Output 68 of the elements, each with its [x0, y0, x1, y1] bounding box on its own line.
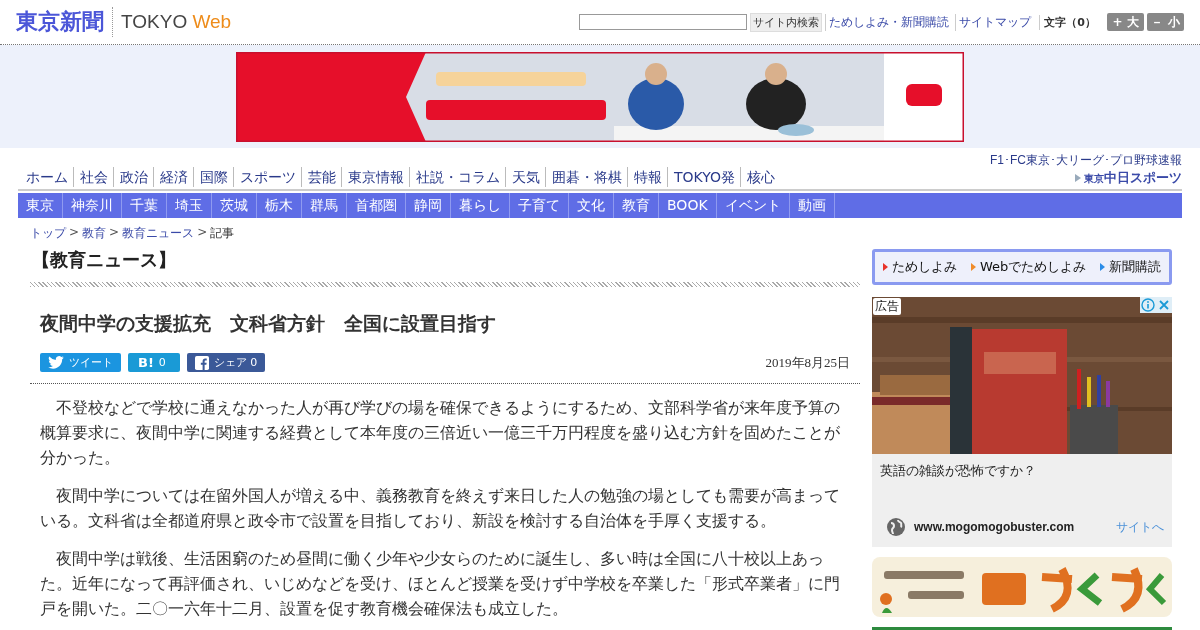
nav-link[interactable]: TOKYO発: [667, 167, 741, 187]
ad-card[interactable]: 広告 英語の雑談が恐怖ですか？ www.mogomogobuster.com サイトへ: [872, 297, 1172, 547]
article-paragraph: 不登校などで学校に通えなかった人が再び学びの場を確保できるようにするため、文部科学省が来年度予算の概算要求に、夜間中学に関連する経費として本年度の三倍近い一億三千万円程度を盛り込む方針を固めたことが分かった。: [39, 398, 841, 469]
category-tab[interactable]: 教育: [614, 193, 659, 218]
subscription-link[interactable]: Webでためしよみ: [971, 258, 1087, 276]
nav-link[interactable]: 囲碁・将棋: [545, 167, 627, 187]
subscription-link[interactable]: 新聞購読: [1100, 258, 1162, 276]
section-title: 【教育ニュース】: [32, 248, 177, 272]
category-tab[interactable]: 群馬: [302, 193, 347, 218]
breadcrumb-separator: >: [197, 225, 208, 241]
header-link[interactable]: サイトマップ: [955, 13, 1035, 31]
nav-link[interactable]: 東京情報: [341, 167, 409, 187]
category-tab[interactable]: 茨城: [212, 193, 257, 218]
font-size-button[interactable]: + 大: [1107, 13, 1144, 31]
breadcrumb-separator: >: [69, 225, 80, 241]
bird-icon: [48, 356, 64, 369]
breadcrumb-link[interactable]: 教育ニュース: [122, 225, 195, 242]
category-tab[interactable]: 東京: [18, 193, 63, 218]
sports-paper-link[interactable]: 東京中日スポーツ: [1075, 169, 1182, 187]
font-size-label: 文字（0）: [1039, 14, 1096, 30]
site-name: TOKYO Web: [121, 11, 232, 33]
category-tab[interactable]: BOOK: [659, 193, 717, 218]
category-tab[interactable]: 千葉: [122, 193, 167, 218]
category-tab[interactable]: イベント: [716, 193, 790, 218]
category-tab[interactable]: 動画: [789, 193, 835, 218]
nav-link[interactable]: 経済: [153, 167, 193, 187]
category-tab[interactable]: 静岡: [406, 193, 451, 218]
category-tab[interactable]: 栃木: [257, 193, 302, 218]
search-field[interactable]: [579, 14, 748, 30]
ad-headline[interactable]: 英語の雑談が恐怖ですか？: [880, 462, 1164, 480]
nav-link[interactable]: 天気: [505, 167, 545, 187]
nav-link[interactable]: 特報: [627, 167, 667, 187]
nav-link[interactable]: スポーツ: [233, 167, 301, 187]
nav-link[interactable]: 芸能: [301, 167, 341, 187]
triangle-icon: [1075, 174, 1081, 182]
current-page-label: 記事: [210, 225, 235, 242]
nav-link[interactable]: 政治: [113, 167, 153, 187]
breadcrumb-separator: >: [109, 225, 120, 241]
article-date: 2019年8月25日: [765, 353, 851, 372]
article-title: 夜間中学の支援拡充 文科省方針 全国に設置目指す: [40, 311, 497, 336]
nav-link[interactable]: 核心: [740, 167, 781, 187]
nav-link[interactable]: 社会: [73, 167, 113, 187]
article-paragraph: 夜間中学は戦後、生活困窮のため昼間に働く少年や少女らのために誕生し、多い時は全国に八十校以上あった。近年になって再評価され、いじめなどを受け、ほとんど授業を受けず中学校を卒業した「形式卒業者」に門戸を開いた。二〇一六年十二月、設置を促す教育機会確保法も成立した。: [39, 549, 841, 620]
nav-link[interactable]: 社説・コラム: [409, 167, 505, 187]
ad-label: 広告: [873, 298, 901, 315]
article-paragraph: 夜間中学については在留外国人が増える中、義務教育を終えず来日した人の勉強の場としても需要が高まっている。文科省は全都道府県と政令市で設置を目指しており、新設を検討する自治体を手厚く支援する。: [39, 486, 841, 532]
category-tab[interactable]: 子育て: [510, 193, 569, 218]
nav-link[interactable]: ホーム: [18, 167, 73, 187]
category-tab[interactable]: 暮らし: [451, 193, 510, 218]
category-tab[interactable]: 首都圏: [347, 193, 406, 218]
category-tab[interactable]: 埼玉: [167, 193, 212, 218]
category-tab[interactable]: 文化: [569, 193, 614, 218]
header-link[interactable]: ためしよみ・新聞購読: [825, 13, 953, 31]
promo-caption[interactable]: F1･FC東京･大リーグ･プロ野球速報: [990, 152, 1182, 169]
close-icon[interactable]: [1157, 298, 1171, 312]
facebook-icon: [194, 355, 209, 370]
info-icon[interactable]: [1141, 298, 1155, 312]
site-search-button[interactable]: サイト内検索: [750, 12, 823, 32]
category-tab[interactable]: 神奈川: [63, 193, 122, 218]
font-size-button[interactable]: － 小: [1147, 13, 1184, 31]
subscription-link[interactable]: ためしよみ: [883, 258, 957, 276]
newspaper-logo[interactable]: 東京新聞: [16, 7, 113, 37]
breadcrumb-link[interactable]: トップ: [30, 225, 66, 242]
nav-link[interactable]: 国際: [193, 167, 233, 187]
share-button[interactable]: シェア 0: [186, 353, 266, 372]
ad-url[interactable]: www.mogomogobuster.com: [914, 520, 1075, 534]
breadcrumb-link[interactable]: 教育: [82, 225, 107, 242]
globe-icon: [886, 517, 906, 537]
